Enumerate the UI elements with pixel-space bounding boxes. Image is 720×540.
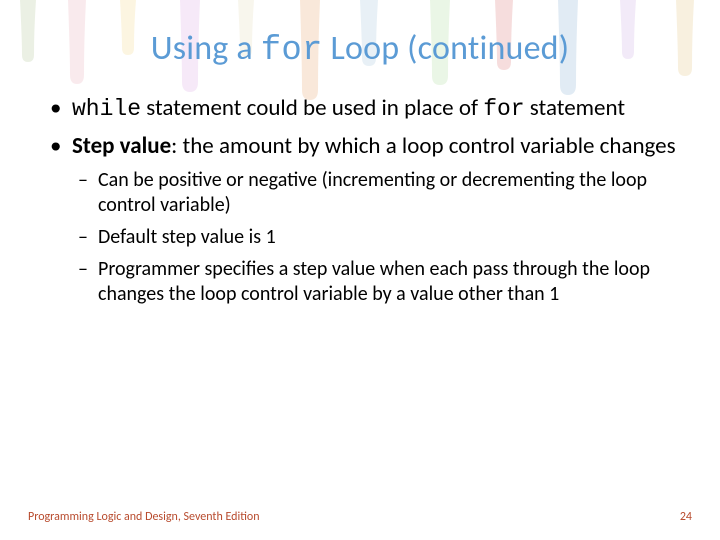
slide-title: Using a for Loop (continued) <box>42 28 678 70</box>
text-run: while <box>72 96 141 122</box>
bullet-list: while statement could be used in place o… <box>42 94 678 308</box>
sub-bullet-item: Programmer specifies a step value when e… <box>76 257 678 308</box>
sub-bullet-item: Default step value is 1 <box>76 225 678 251</box>
sub-bullet-list: Can be positive or negative (incrementin… <box>72 168 678 308</box>
text-run: statement <box>525 94 625 122</box>
sub-bullet-item: Can be positive or negative (incrementin… <box>76 168 678 219</box>
bullet-item: Step value: the amount by which a loop c… <box>48 132 678 307</box>
text-run: statement could be used in place of <box>141 94 483 122</box>
slide-content: Using a for Loop (continued) while state… <box>0 0 720 308</box>
footer-left: Programming Logic and Design, Seventh Ed… <box>28 510 260 524</box>
page-number: 24 <box>680 510 692 524</box>
text-run: : the amount by which a loop control var… <box>171 132 675 160</box>
text-run: Step value <box>72 132 171 160</box>
slide-footer: Programming Logic and Design, Seventh Ed… <box>28 510 692 524</box>
bullet-item: while statement could be used in place o… <box>48 94 678 124</box>
text-run: for <box>483 96 524 122</box>
